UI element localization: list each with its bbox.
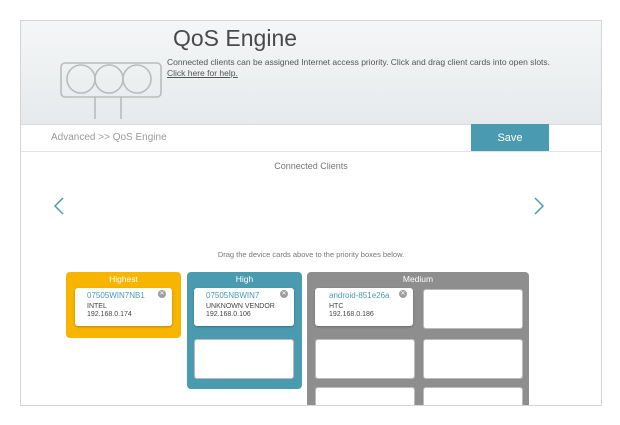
save-button[interactable]: Save xyxy=(471,124,549,151)
priority-box-label: Highest xyxy=(109,274,138,284)
client-name: android-851e26a xyxy=(329,291,390,300)
header-banner: QoS Engine Connected clients can be assi… xyxy=(21,21,601,125)
qos-engine-window: QoS Engine Connected clients can be assi… xyxy=(20,20,602,406)
priority-box-high[interactable]: High 07505NBWIN7 UNKNOWN VENDOR 192.168.… xyxy=(187,272,302,389)
priority-box-medium[interactable]: Medium android-851e26a HTC 192.168.0.186… xyxy=(307,272,529,405)
page-description: Connected clients can be assigned Intern… xyxy=(167,57,587,79)
breadcrumb: Advanced >> QoS Engine xyxy=(51,132,167,143)
client-vendor: HTC xyxy=(329,303,344,310)
client-card[interactable]: android-851e26a HTC 192.168.0.186 ✕ xyxy=(315,288,413,326)
client-card[interactable]: 07505NBWIN7 UNKNOWN VENDOR 192.168.0.106… xyxy=(194,288,294,326)
client-card[interactable]: 07505WIN7NB1 INTEL 192.168.0.174 ✕ xyxy=(75,288,172,326)
description-text: Connected clients can be assigned Intern… xyxy=(167,57,551,67)
client-vendor: INTEL xyxy=(87,303,107,310)
client-name: 07505WIN7NB1 xyxy=(87,291,145,300)
drag-instructions: Drag the device cards above to the prior… xyxy=(217,250,405,259)
empty-slot[interactable] xyxy=(315,339,415,379)
empty-slot[interactable] xyxy=(423,339,523,379)
client-ip: 192.168.0.106 xyxy=(206,311,251,318)
close-icon[interactable]: ✕ xyxy=(399,290,407,298)
chevron-right-icon[interactable] xyxy=(533,196,545,216)
help-link[interactable]: Click here for help. xyxy=(167,68,587,79)
close-icon[interactable]: ✕ xyxy=(280,290,288,298)
empty-slot[interactable] xyxy=(194,339,294,379)
empty-slot[interactable] xyxy=(315,387,415,405)
page-title: QoS Engine xyxy=(173,25,298,51)
client-ip: 192.168.0.186 xyxy=(329,311,374,318)
client-name: 07505NBWIN7 xyxy=(206,291,260,300)
chevron-left-icon[interactable] xyxy=(53,196,65,216)
priority-box-label: Medium xyxy=(402,274,434,284)
client-ip: 192.168.0.174 xyxy=(87,311,132,318)
traffic-light-icon xyxy=(60,62,162,119)
priority-box-label: High xyxy=(235,274,254,284)
close-icon[interactable]: ✕ xyxy=(158,290,166,298)
empty-slot[interactable] xyxy=(423,387,523,405)
client-vendor: UNKNOWN VENDOR xyxy=(206,303,275,310)
breadcrumb-bar: Advanced >> QoS Engine Save xyxy=(21,124,601,152)
priority-box-highest[interactable]: Highest 07505WIN7NB1 INTEL 192.168.0.174… xyxy=(66,272,181,338)
empty-slot[interactable] xyxy=(423,289,523,329)
connected-clients-title: Connected Clients xyxy=(274,161,348,171)
